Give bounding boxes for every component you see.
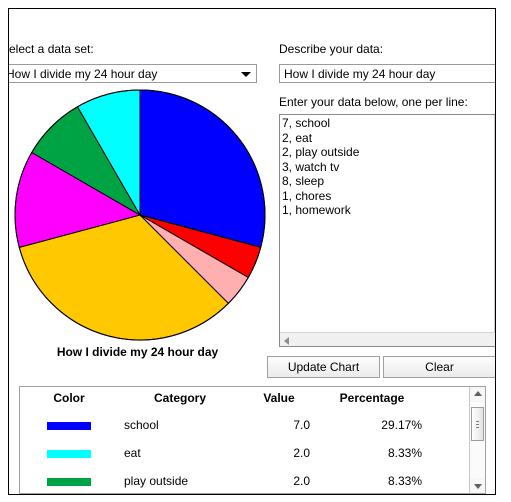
update-chart-button[interactable]: Update Chart	[267, 356, 380, 378]
header-color: Color	[53, 391, 85, 405]
row-color-cell	[20, 467, 118, 493]
legend-table-body: school 7.0 29.17% eat 2.0 8.33% play outside 2.…	[20, 411, 468, 493]
header-category: Category	[153, 391, 206, 405]
scroll-up-icon[interactable]	[473, 391, 482, 396]
scrollbar-thumb-grip	[472, 419, 483, 430]
row-percentage-cell: 29.17%	[381, 418, 422, 432]
row-value-cell: 2.0	[293, 474, 310, 488]
color-swatch	[47, 421, 91, 430]
row-color-cell	[20, 439, 118, 467]
data-entry-column: Describe your data: How I divide my 24 h…	[267, 9, 495, 371]
table-row[interactable]: play outside 2.0 8.33%	[20, 467, 468, 493]
legend-table-panel: Color Category Value Percentage school 7.…	[19, 386, 486, 494]
describe-input[interactable]: How I divide my 24 hour day	[279, 64, 495, 83]
clear-button[interactable]: Clear	[383, 356, 495, 378]
dataset-select[interactable]: How I divide my 24 hour day	[8, 64, 257, 83]
pie-chart-panel: How I divide my 24 hour day	[9, 87, 266, 367]
describe-label: Describe your data:	[279, 42, 384, 56]
row-percentage-cell: 8.33%	[387, 474, 422, 488]
row-spacer-cell	[428, 411, 468, 439]
header-value: Value	[263, 391, 295, 405]
color-swatch	[47, 477, 91, 486]
dataset-select-value: How I divide my 24 hour day	[8, 67, 158, 81]
chevron-down-icon[interactable]	[241, 72, 251, 77]
row-percentage-cell: 8.33%	[387, 446, 422, 460]
color-swatch	[47, 449, 91, 458]
header-percentage: Percentage	[339, 391, 405, 405]
describe-input-value: How I divide my 24 hour day	[284, 67, 436, 81]
table-row[interactable]: school 7.0 29.17%	[20, 411, 468, 439]
chart-title: How I divide my 24 hour day	[56, 345, 219, 359]
top-area: Select a data set: How I divide my 24 ho…	[9, 9, 495, 378]
data-entry-label: Enter your data below, one per line:	[279, 95, 468, 109]
row-value-cell: 2.0	[293, 446, 310, 460]
data-entry-textarea[interactable]	[282, 116, 487, 324]
data-entry-area[interactable]	[279, 114, 495, 347]
table-row[interactable]: eat 2.0 8.33%	[20, 439, 468, 467]
button-row: Update Chart Clear	[267, 356, 495, 378]
pie-chart	[14, 89, 266, 341]
application-window: Select a data set: How I divide my 24 ho…	[8, 8, 496, 495]
row-spacer-cell	[428, 467, 468, 493]
legend-table-vertical-scrollbar[interactable]	[469, 387, 485, 493]
header-spacer	[428, 387, 468, 411]
chart-column: Select a data set: How I divide my 24 ho…	[9, 9, 266, 371]
scrollbar-thumb[interactable]	[471, 407, 484, 441]
scroll-left-icon[interactable]	[284, 337, 289, 345]
data-entry-horizontal-scrollbar[interactable]	[280, 332, 495, 346]
legend-table-scroll-viewport: Color Category Value Percentage school 7.…	[20, 387, 468, 493]
row-spacer-cell	[428, 439, 468, 467]
scroll-down-icon[interactable]	[473, 484, 482, 489]
table-header-row: Color Category Value Percentage	[20, 387, 468, 411]
dataset-selector-label: Select a data set:	[8, 42, 94, 56]
legend-table: Color Category Value Percentage school 7.…	[20, 387, 468, 493]
row-category-cell: school	[124, 418, 159, 432]
row-category-cell: eat	[124, 446, 141, 460]
row-value-cell: 7.0	[293, 418, 310, 432]
row-color-cell	[20, 411, 118, 439]
data-entry-vertical-scrollbar[interactable]	[494, 115, 495, 332]
row-category-cell: play outside	[124, 474, 189, 488]
